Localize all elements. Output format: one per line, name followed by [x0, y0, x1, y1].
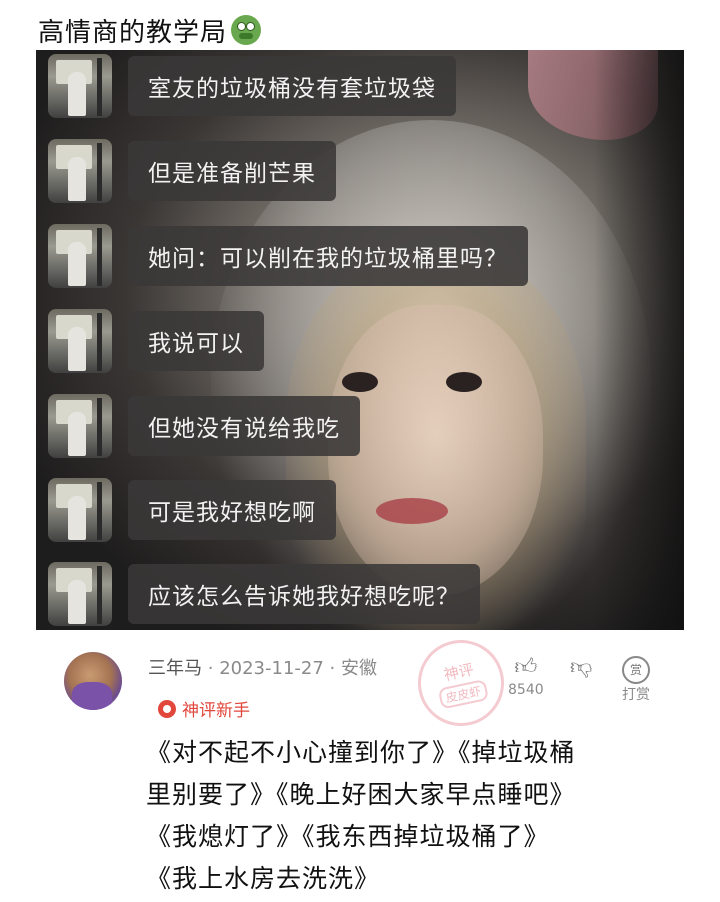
- dislike-button[interactable]: 👎︎: [570, 654, 592, 682]
- like-count: 8540: [508, 682, 544, 698]
- status-badge[interactable]: 神评新手: [158, 696, 250, 721]
- thumbs-up-icon: 👍︎: [514, 655, 538, 680]
- comment-text: 《对不起不小心撞到你了》《掉垃圾桶 里别要了》《晚上好困大家早点睡吧》 《我熄灯…: [146, 732, 666, 900]
- tip-button[interactable]: 赏 打赏: [622, 654, 650, 704]
- background-eye-left: [342, 372, 378, 392]
- comment-date: 2023-11-27: [219, 658, 324, 679]
- chat-bubble: 可是我好想吃啊: [128, 480, 336, 540]
- tip-label: 打赏: [622, 687, 650, 703]
- chat-message: 她问：可以削在我的垃圾桶里吗？: [48, 224, 528, 288]
- chat-message: 可是我好想吃啊: [48, 478, 336, 542]
- background-face: [328, 305, 543, 595]
- chat-avatar[interactable]: [48, 562, 112, 626]
- commenter-avatar[interactable]: [64, 652, 122, 710]
- chat-avatar[interactable]: [48, 54, 112, 118]
- chat-bubble: 她问：可以削在我的垃圾桶里吗？: [128, 226, 528, 286]
- reward-coin-icon: 赏: [622, 656, 650, 684]
- chat-avatar[interactable]: [48, 309, 112, 373]
- chat-avatar[interactable]: [48, 478, 112, 542]
- nauseated-face-icon: [231, 15, 262, 45]
- comment-line: 《对不起不小心撞到你了》《掉垃圾桶: [146, 738, 576, 767]
- watermark-stamp: 神评 皮皮虾: [409, 631, 513, 735]
- chat-bubble: 但是准备削芒果: [128, 141, 336, 201]
- comment-meta: 三年马 · 2023-11-27 · 安徽: [148, 654, 377, 680]
- chat-message: 我说可以: [48, 309, 264, 373]
- meta-separator: ·: [329, 658, 341, 679]
- chat-avatar[interactable]: [48, 394, 112, 458]
- post-title-bar: 高情商的教学局: [38, 12, 262, 48]
- chat-avatar[interactable]: [48, 224, 112, 288]
- chat-bubble: 但她没有说给我吃: [128, 396, 360, 456]
- chat-bubble: 室友的垃圾桶没有套垃圾袋: [128, 56, 456, 116]
- background-shadow: [594, 50, 684, 630]
- meta-separator: ·: [207, 658, 220, 679]
- commenter-name[interactable]: 三年马: [148, 658, 202, 679]
- like-button[interactable]: 👍︎ 8540: [508, 654, 544, 698]
- badge-label: 神评新手: [182, 701, 250, 721]
- chat-bubble: 应该怎么告诉她我好想吃呢？: [128, 564, 480, 624]
- chat-message: 应该怎么告诉她我好想吃呢？: [48, 562, 480, 626]
- comment-card: 三年马 · 2023-11-27 · 安徽 神评新手 神评 皮皮虾 👍︎ 854…: [0, 631, 720, 902]
- post-image[interactable]: 室友的垃圾桶没有套垃圾袋 但是准备削芒果 她问：可以削在我的垃圾桶里吗？ 我说可…: [36, 50, 684, 630]
- comment-line: 《我上水房去洗洗》: [146, 864, 381, 893]
- chat-avatar[interactable]: [48, 139, 112, 203]
- chat-message: 但是准备削芒果: [48, 139, 336, 203]
- thumbs-down-icon: 👎︎: [570, 655, 593, 680]
- background-lips: [376, 498, 448, 524]
- comment-location: 安徽: [340, 658, 377, 679]
- chat-message: 室友的垃圾桶没有套垃圾袋: [48, 54, 456, 118]
- comment-line: 《我熄灯了》《我东西掉垃圾桶了》: [146, 822, 550, 851]
- medal-icon: [158, 699, 176, 718]
- comment-line: 里别要了》《晚上好困大家早点睡吧》: [146, 780, 576, 809]
- chat-message: 但她没有说给我吃: [48, 394, 360, 458]
- background-eye-right: [446, 372, 482, 392]
- post-title: 高情商的教学局: [38, 17, 228, 48]
- chat-bubble: 我说可以: [128, 311, 264, 371]
